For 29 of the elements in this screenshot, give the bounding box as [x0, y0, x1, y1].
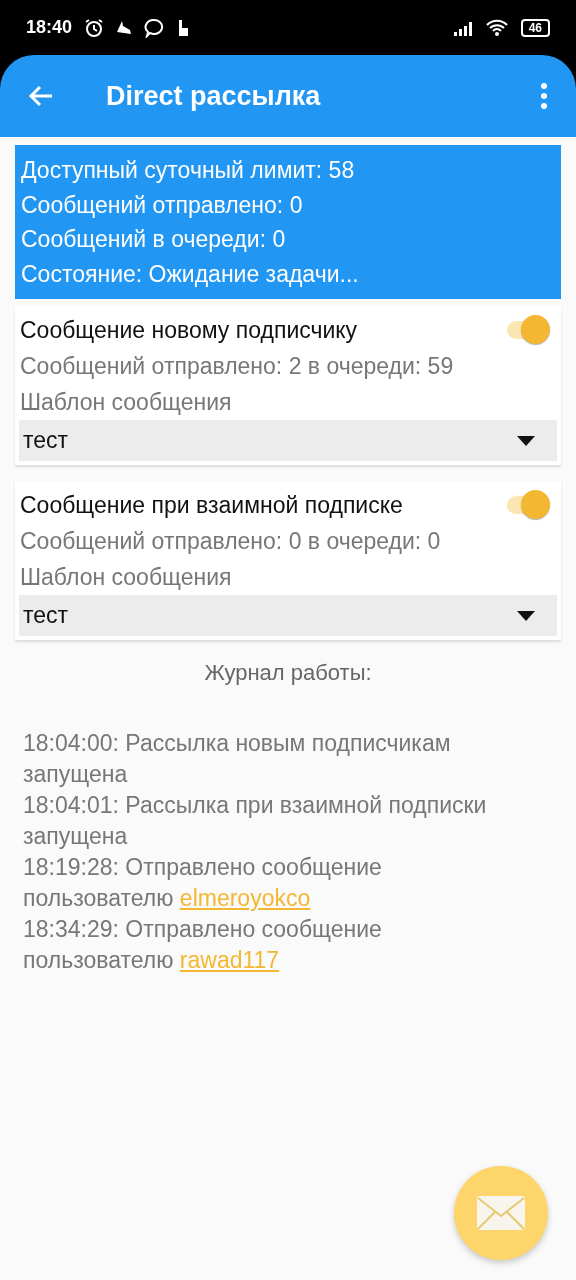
alarm-clock-icon — [84, 17, 105, 38]
summary-line: Доступный суточный лимит: 58 — [21, 156, 356, 185]
template-label: Шаблон сообщения — [19, 563, 233, 592]
card-title: Сообщение при взаимной подписке — [20, 491, 403, 520]
phone-chat-icon — [144, 17, 165, 38]
log-entry: 18:19:28: Отправлено сообщение пользователю elmeroyokco — [23, 853, 383, 913]
card-title: Сообщение новому подписчику — [20, 316, 358, 345]
more-menu-icon[interactable] — [540, 83, 548, 109]
template-label: Шаблон сообщения — [19, 388, 233, 417]
summary-line: Сообщений в очереди: 0 — [21, 225, 287, 254]
log-entry: 18:34:29: Отправлено сообщение пользователю rawad117 — [23, 915, 383, 975]
screen-title: Direct рассылка — [106, 80, 321, 112]
template-dropdown[interactable]: тест — [19, 420, 557, 461]
log-entry: 18:04:01: Рассылка при взаимной подписки запущена — [23, 791, 488, 851]
status-time: 18:40 — [26, 17, 73, 38]
signal-icon — [452, 19, 475, 36]
log-title: Журнал работы: — [203, 659, 373, 687]
back-arrow-icon[interactable] — [28, 84, 54, 108]
wifi-icon — [484, 18, 509, 37]
summary-line: Сообщений отправлено: 0 — [21, 190, 304, 220]
caret-icon — [517, 610, 535, 621]
summary-line: Состояние: Ожидание задачи... — [21, 259, 360, 289]
stats-text: Сообщений отправлено: 2 в очереди: 59 — [19, 352, 455, 381]
caret-icon — [517, 435, 535, 446]
stats-text: Сообщений отправлено: 0 в очереди: 0 — [19, 527, 442, 556]
log-entry: 18:04:00: Рассылка новым подписчикам запущена — [23, 729, 452, 789]
envelope-icon — [476, 1195, 526, 1231]
battery-icon: 46 — [520, 18, 550, 37]
template-dropdown[interactable]: тест — [19, 595, 557, 636]
